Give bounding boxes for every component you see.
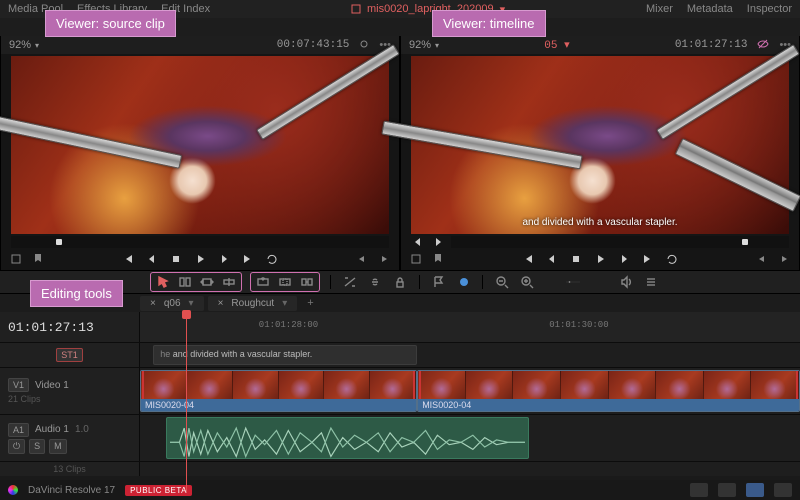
- page-media-icon[interactable]: [690, 483, 708, 497]
- src-scrubber[interactable]: [11, 236, 389, 248]
- src-loop-icon[interactable]: [265, 252, 279, 266]
- src-match-frame-icon[interactable]: [9, 252, 23, 266]
- app-name: DaVinci Resolve 17: [28, 485, 115, 496]
- master-timecode: 01:01:27:13: [8, 320, 131, 335]
- tl-play-icon[interactable]: [593, 252, 607, 266]
- annotation-source: Viewer: source clip: [45, 10, 176, 37]
- src-screen[interactable]: [11, 56, 389, 234]
- tl-match-frame-icon[interactable]: [409, 252, 423, 266]
- src-prev-icon[interactable]: [145, 252, 159, 266]
- blade-tool-icon[interactable]: [220, 274, 238, 290]
- src-out-icon[interactable]: [377, 252, 391, 266]
- menu-mixer[interactable]: Mixer: [646, 3, 673, 15]
- insert-clip-icon[interactable]: [254, 274, 272, 290]
- src-timecode: 00:07:43:15: [277, 39, 350, 51]
- tl-prev-icon[interactable]: [545, 252, 559, 266]
- dynamic-trim-icon[interactable]: [198, 274, 216, 290]
- zoom-in-icon[interactable]: [519, 274, 536, 290]
- tl-screen[interactable]: and divided with a vascular stapler.: [411, 56, 789, 234]
- timeline-viewer: 92% ▾ 05 ▾ 01:01:27:13 ••• and divided w…: [400, 36, 800, 270]
- tl-loop-icon[interactable]: [665, 252, 679, 266]
- lock-icon[interactable]: [392, 274, 409, 290]
- st1-badge[interactable]: ST1: [56, 348, 83, 362]
- volume-icon[interactable]: [617, 274, 634, 290]
- insert-group: [250, 272, 320, 292]
- tl-marker-icon[interactable]: [431, 252, 445, 266]
- tl-transport: [401, 248, 799, 270]
- video-clip-b[interactable]: MIS0020-04: [417, 370, 800, 412]
- audio-track-1: A1 Audio 1 1.0 ⏻ S M: [0, 414, 800, 461]
- menu-inspector[interactable]: Inspector: [747, 3, 792, 15]
- a1-clip-count: 13 Clips: [53, 464, 86, 474]
- timeline-panel: 01:01:27:13 01:01:28:00 01:01:30:00 ST1 …: [0, 312, 800, 476]
- link-icon[interactable]: [366, 274, 383, 290]
- src-in-icon[interactable]: [355, 252, 369, 266]
- a1-badge[interactable]: A1: [8, 423, 29, 437]
- subtitle-clip[interactable]: he and divided with a vascular stapler.: [153, 345, 417, 365]
- a1-channels: 1.0: [75, 424, 89, 435]
- page-fusion-icon[interactable]: [774, 483, 792, 497]
- subtitle-track: ST1 he and divided with a vascular stapl…: [0, 342, 800, 367]
- time-ruler[interactable]: 01:01:28:00 01:01:30:00: [140, 312, 800, 342]
- page-cut-icon[interactable]: [718, 483, 736, 497]
- tl-caption: and divided with a vascular stapler.: [411, 217, 789, 228]
- zoom-out-icon[interactable]: [493, 274, 510, 290]
- trim-tool-icon[interactable]: [176, 274, 194, 290]
- tl-first-icon[interactable]: [521, 252, 535, 266]
- tl-next-icon[interactable]: [617, 252, 631, 266]
- tl-stop-icon[interactable]: [569, 252, 583, 266]
- beta-badge: PUBLIC BETA: [125, 485, 192, 496]
- a1-lock-icon[interactable]: ⏻: [8, 439, 25, 454]
- a1-name: Audio 1: [35, 424, 69, 435]
- tl-title[interactable]: 05 ▾: [544, 38, 569, 52]
- tl-in-icon[interactable]: [755, 252, 769, 266]
- overwrite-clip-icon[interactable]: [276, 274, 294, 290]
- tl-skip-back-icon[interactable]: [411, 235, 425, 249]
- edit-mode-group: [150, 272, 242, 292]
- timeline-options-icon[interactable]: [643, 274, 660, 290]
- tl-bypass-icon[interactable]: [757, 39, 769, 52]
- timeline-tab-b[interactable]: ×Roughcut▾: [208, 296, 298, 311]
- replace-clip-icon[interactable]: [298, 274, 316, 290]
- audio-clip[interactable]: [166, 417, 529, 459]
- a1-solo-button[interactable]: S: [29, 439, 45, 454]
- tl-zoom[interactable]: 92% ▾: [409, 39, 439, 51]
- video-clip-a[interactable]: MIS0020-04: [140, 370, 417, 412]
- src-zoom[interactable]: 92% ▾: [9, 39, 39, 51]
- src-play-icon[interactable]: [193, 252, 207, 266]
- tl-skip-fwd-icon[interactable]: [431, 235, 445, 249]
- tl-out-icon[interactable]: [777, 252, 791, 266]
- add-timeline-icon[interactable]: +: [301, 297, 319, 309]
- src-next-icon[interactable]: [217, 252, 231, 266]
- source-viewer: 92% ▾ 00:07:43:15 •••: [0, 36, 400, 270]
- video-track-1: V1 Video 1 21 Clips MIS0020-04 MIS0020-0…: [0, 367, 800, 414]
- v1-name: Video 1: [35, 380, 69, 391]
- marker-dropdown-icon[interactable]: [455, 274, 472, 290]
- src-transport: [1, 248, 399, 270]
- src-first-icon[interactable]: [121, 252, 135, 266]
- src-autofocus-icon[interactable]: [359, 39, 369, 52]
- page-edit-icon[interactable]: [746, 483, 764, 497]
- menu-metadata[interactable]: Metadata: [687, 3, 733, 15]
- src-last-icon[interactable]: [241, 252, 255, 266]
- annotation-timeline: Viewer: timeline: [432, 10, 546, 37]
- playhead[interactable]: [186, 312, 187, 492]
- timeline-tab-a[interactable]: ×q06▾: [140, 296, 204, 311]
- annotation-tools: Editing tools: [30, 280, 123, 307]
- app-footer: DaVinci Resolve 17 PUBLIC BETA: [0, 480, 800, 500]
- zoom-slider[interactable]: [544, 274, 602, 290]
- src-stop-icon[interactable]: [169, 252, 183, 266]
- transition-icon[interactable]: [341, 274, 358, 290]
- v1-clip-count: 21 Clips: [8, 394, 41, 404]
- v1-badge[interactable]: V1: [8, 378, 29, 392]
- src-marker-icon[interactable]: [31, 252, 45, 266]
- tl-timecode: 01:01:27:13: [675, 39, 748, 51]
- resolve-logo-icon: [8, 485, 18, 495]
- flag-icon[interactable]: [430, 274, 447, 290]
- tl-last-icon[interactable]: [641, 252, 655, 266]
- arrow-tool-icon[interactable]: [154, 274, 172, 290]
- a1-mute-button[interactable]: M: [49, 439, 67, 454]
